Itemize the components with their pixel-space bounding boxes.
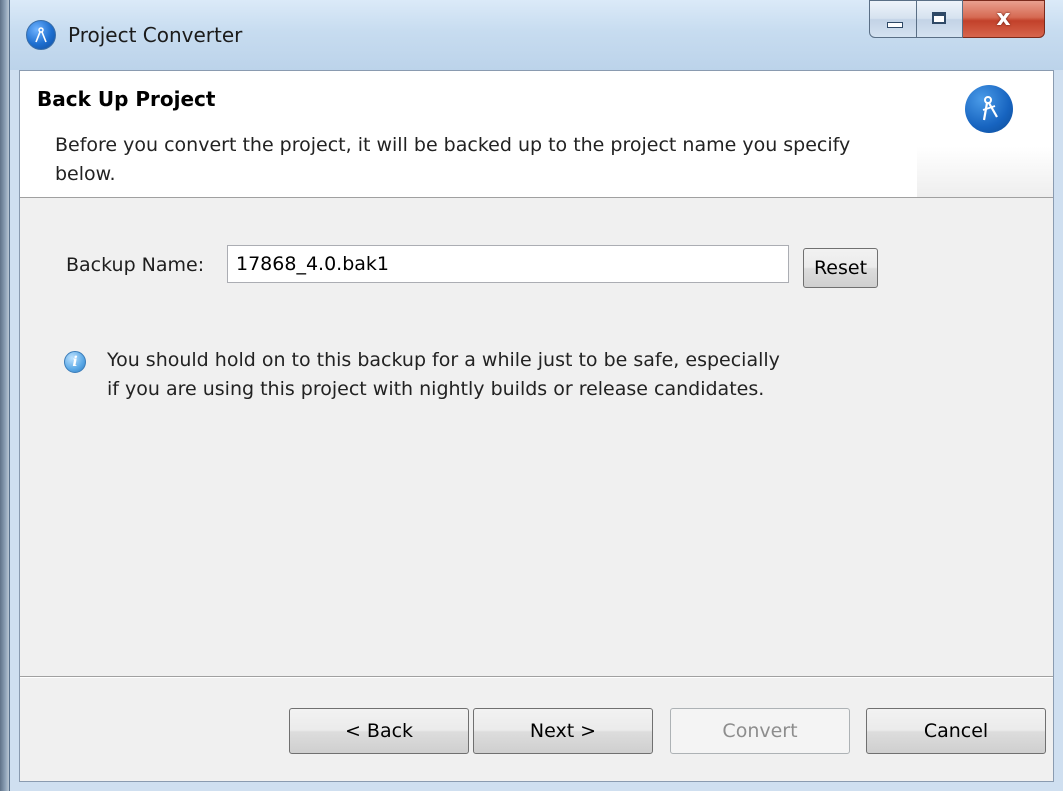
title-bar[interactable]: Project Converter x (10, 0, 1063, 70)
page-description: Before you convert the project, it will … (55, 134, 851, 185)
maximize-icon (932, 12, 946, 24)
backup-name-label: Backup Name: (66, 254, 205, 276)
caption-buttons: x (869, 0, 1045, 40)
info-message: You should hold on to this backup for a … (107, 349, 780, 400)
convert-button[interactable]: Convert (670, 708, 850, 754)
page-title: Back Up Project (37, 87, 216, 111)
wizard-header: Back Up Project Before you convert the p… (20, 71, 1053, 198)
next-button[interactable]: Next > (473, 708, 653, 754)
cancel-button[interactable]: Cancel (866, 708, 1046, 754)
reset-button[interactable]: Reset (803, 248, 878, 288)
desktop-background (0, 0, 9, 791)
minimize-button[interactable] (869, 0, 917, 38)
minimize-icon (887, 22, 903, 28)
dialog-client-area: Back Up Project Before you convert the p… (19, 70, 1054, 782)
app-compass-icon[interactable] (26, 20, 56, 50)
project-converter-window: Project Converter x Back Up Project Befo… (9, 0, 1063, 791)
footer-separator (20, 676, 1053, 678)
backup-name-input[interactable] (227, 245, 789, 283)
close-button[interactable]: x (963, 0, 1045, 38)
maximize-button[interactable] (917, 0, 963, 38)
back-button[interactable]: < Back (289, 708, 469, 754)
info-icon: i (64, 351, 86, 373)
close-icon: x (996, 6, 1011, 31)
window-title: Project Converter (68, 23, 243, 47)
wizard-compass-icon (965, 85, 1013, 133)
